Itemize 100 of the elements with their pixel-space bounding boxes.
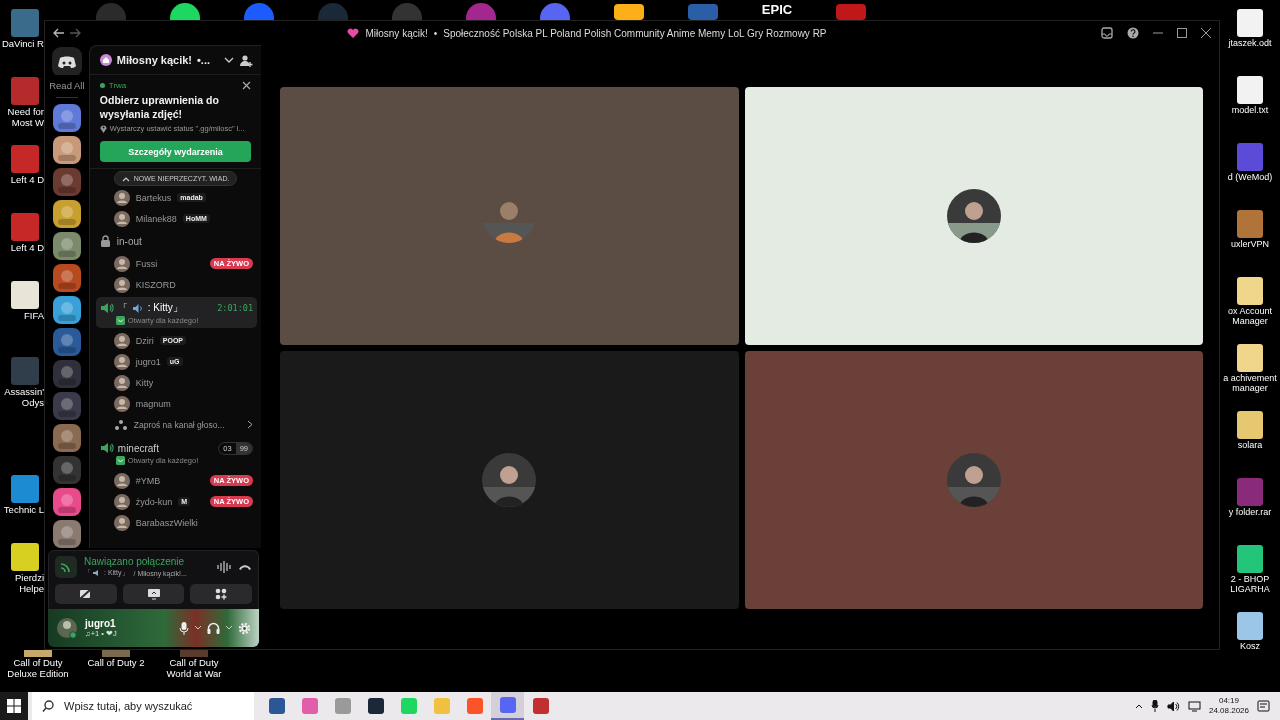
shortcut-icon[interactable]: [1235, 611, 1265, 641]
user-avatar: [113, 189, 130, 206]
user-name[interactable]: Dziri: [135, 335, 154, 346]
user-avatar: [113, 374, 130, 391]
user-name[interactable]: Fussi: [135, 258, 158, 269]
user-name[interactable]: żydo-kun: [135, 496, 173, 507]
shortcut-label[interactable]: Kosz: [1220, 641, 1280, 651]
user-name[interactable]: KISZORD: [135, 279, 176, 290]
notification-icon[interactable]: [1257, 700, 1270, 712]
shortcut-label[interactable]: Left 4 D: [0, 174, 44, 185]
user-name[interactable]: jugro1: [135, 356, 161, 367]
shortcut-icon[interactable]: [10, 542, 40, 572]
user-name[interactable]: magnum: [135, 398, 171, 409]
user-name[interactable]: #YMB: [135, 475, 161, 486]
shortcut-label[interactable]: Need for Most W: [0, 106, 44, 128]
shortcut-icon[interactable]: [1235, 343, 1265, 373]
shortcut-icon[interactable]: [1235, 276, 1265, 306]
shortcut-label[interactable]: Technic L: [0, 504, 44, 515]
shortcut-label[interactable]: model.txt: [1220, 105, 1280, 115]
speaker-icon: [131, 302, 144, 314]
shortcut-label[interactable]: a achivement manager: [1220, 373, 1280, 393]
shortcut-label[interactable]: Pierdzi Helpe: [0, 572, 44, 594]
user-name[interactable]: Milanek88: [135, 213, 177, 224]
shortcut-icon[interactable]: [1235, 544, 1265, 574]
chevron-down-icon[interactable]: [224, 56, 234, 64]
server-icon[interactable]: [52, 264, 81, 292]
shortcut-icon[interactable]: [1235, 410, 1265, 440]
clock-date[interactable]: 24.08.2026: [1208, 706, 1249, 716]
user-name[interactable]: Bartekus: [135, 192, 172, 203]
invite-link[interactable]: Zaproś na kanał głoso...: [133, 419, 225, 430]
user-name[interactable]: Kitty: [135, 377, 154, 388]
shortcut-label[interactable]: Call of Duty World at War: [156, 657, 232, 679]
server-icon[interactable]: [52, 424, 81, 452]
shortcut-label[interactable]: FIFA: [0, 310, 44, 321]
shortcut-label[interactable]: ox Account Manager: [1220, 306, 1280, 326]
shortcut-label[interactable]: uxlerVPN: [1220, 239, 1280, 249]
app-icon[interactable]: [169, 0, 201, 20]
shortcut-label[interactable]: d (WeMod): [1220, 172, 1280, 182]
shortcut-label[interactable]: Call of Duty 2: [87, 657, 145, 668]
add-user-icon[interactable]: [239, 53, 253, 67]
headphones-icon[interactable]: [207, 622, 220, 634]
speaker-icon: [99, 302, 114, 314]
soundwave-icon[interactable]: [217, 561, 231, 573]
shortcut-label[interactable]: solara: [1220, 440, 1280, 450]
shortcut-label[interactable]: jtaszek.odt: [1220, 38, 1280, 48]
shortcut-label[interactable]: Assassin' Odys: [0, 386, 44, 408]
activities-button[interactable]: [190, 584, 252, 604]
read-all-button[interactable]: Read All: [49, 80, 85, 91]
channel-name[interactable]: in-out: [116, 235, 142, 247]
close-icon[interactable]: [1201, 28, 1211, 38]
user-avatar: [113, 472, 130, 489]
microphone-icon[interactable]: [1150, 700, 1159, 712]
shortcut-icon[interactable]: [10, 280, 40, 310]
chevron-up-icon[interactable]: [1134, 703, 1143, 709]
shortcut-label[interactable]: y folder.rar: [1220, 507, 1280, 517]
shortcut-icon[interactable]: [1235, 8, 1265, 38]
close-icon[interactable]: [242, 81, 251, 90]
shortcut-label[interactable]: DaVinci R: [0, 38, 44, 49]
back-icon[interactable]: [53, 28, 65, 38]
shortcut-label[interactable]: 2 - BHOP LIGARHA: [1220, 574, 1280, 594]
server-icon[interactable]: [52, 488, 81, 516]
video-tile[interactable]: [280, 87, 739, 345]
microphone-icon[interactable]: [179, 621, 189, 635]
server-icon[interactable]: [52, 328, 81, 356]
camera-off-button[interactable]: [55, 584, 117, 604]
user-avatar[interactable]: [56, 617, 78, 639]
video-tile[interactable]: [744, 351, 1203, 609]
discord-home-icon[interactable]: [51, 47, 82, 75]
maximize-icon[interactable]: [1177, 28, 1187, 38]
server-name[interactable]: Miłosny kącik!: [116, 54, 192, 66]
video-tile[interactable]: [280, 351, 739, 609]
server-icon[interactable]: [52, 136, 81, 164]
epic-label[interactable]: EPIC: [761, 0, 793, 20]
server-icon[interactable]: [52, 296, 81, 324]
chevron-down-icon[interactable]: [194, 625, 202, 631]
volume-icon[interactable]: [1166, 700, 1180, 712]
app-icon[interactable]: [539, 0, 571, 20]
search-icon: [32, 692, 60, 720]
forward-icon[interactable]: [69, 28, 81, 38]
shortcut-label[interactable]: Call of Duty Deluxe Edition: [0, 657, 76, 679]
help-icon[interactable]: [1127, 27, 1139, 39]
inbox-icon[interactable]: [1101, 27, 1113, 39]
search-field[interactable]: Wpisz tutaj, aby wyszukać: [60, 692, 254, 720]
call-timer: 2:01:01: [217, 303, 253, 313]
server-icon[interactable]: [52, 232, 81, 260]
video-tile[interactable]: [744, 87, 1203, 345]
shortcut-icon[interactable]: [23, 650, 53, 657]
server-icon[interactable]: [52, 200, 81, 228]
network-icon[interactable]: [1187, 700, 1201, 712]
shortcut-icon[interactable]: [1235, 75, 1265, 105]
shortcut-label[interactable]: Left 4 D: [0, 242, 44, 253]
clock-time[interactable]: 04:19: [1218, 696, 1239, 706]
screen-share-button[interactable]: [122, 584, 185, 604]
server-icon[interactable]: [52, 168, 81, 196]
hang-up-icon[interactable]: [238, 563, 252, 571]
settings-icon[interactable]: [238, 621, 251, 635]
user-name[interactable]: BarabaszWielki: [135, 517, 198, 528]
server-icon[interactable]: [52, 104, 81, 132]
start-icon[interactable]: [0, 692, 28, 720]
server-icon[interactable]: [52, 520, 81, 548]
